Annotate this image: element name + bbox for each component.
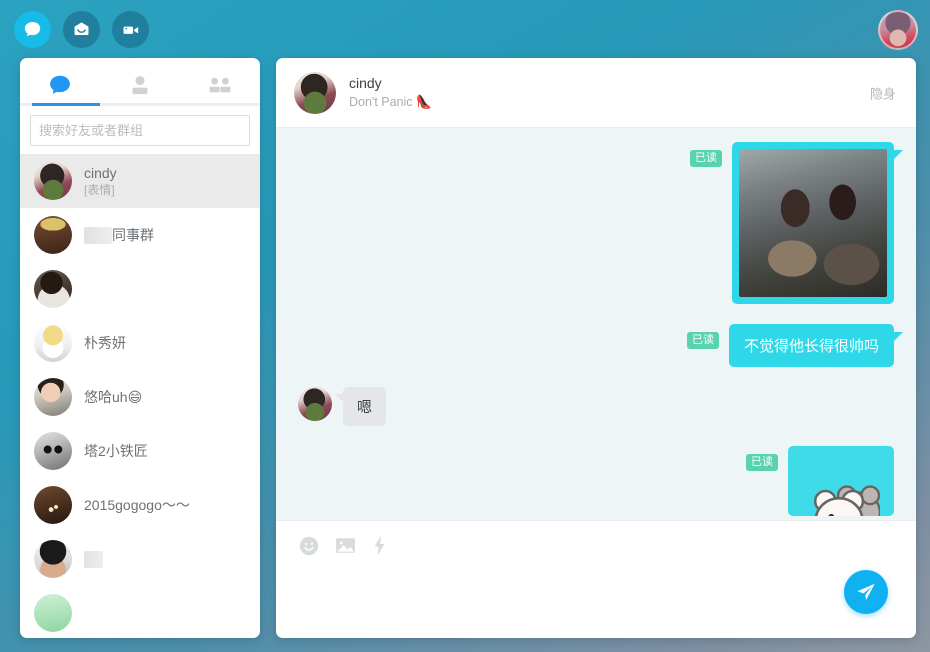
message-bubble[interactable]: 嗯: [334, 387, 387, 426]
message-out-text: 已读 不觉得他长得很帅吗: [298, 324, 904, 367]
high-heel-icon: 👠: [415, 94, 432, 109]
chat-panel: cindy Don't Panic 👠 隐身 已读 已读 不觉得他长得很帅吗 嗯: [276, 58, 916, 638]
search-container: [20, 106, 260, 154]
avatar: [34, 162, 72, 200]
status-action-invisible[interactable]: 隐身: [870, 83, 896, 102]
image-icon[interactable]: [334, 534, 357, 562]
list-item-text: 塔2小铁匠: [84, 443, 148, 460]
video-icon[interactable]: [112, 11, 149, 48]
chat-bubble-icon: [50, 75, 70, 94]
message-list[interactable]: 已读 已读 不觉得他长得很帅吗 嗯 已读: [276, 128, 916, 520]
search-input[interactable]: [30, 115, 250, 146]
chat-peer-signature-row: Don't Panic 👠: [349, 93, 432, 111]
person-icon: [132, 76, 148, 95]
list-item-8[interactable]: XX: [20, 532, 260, 586]
list-item-piaoxiuyan[interactable]: 朴秀妍: [20, 316, 260, 370]
status-badge: 已读: [686, 332, 719, 349]
chat-peer-meta: cindy Don't Panic 👠: [349, 74, 432, 111]
avatar: [34, 216, 72, 254]
list-item-name: 2015gogogo〜〜: [84, 496, 190, 513]
avatar: [34, 594, 72, 632]
message-photo[interactable]: [739, 149, 887, 297]
message-bubble[interactable]: 不觉得他长得很帅吗: [728, 324, 904, 367]
avatar: [34, 324, 72, 362]
tab-chats[interactable]: [20, 66, 100, 106]
bear-sticker-icon: [813, 485, 880, 516]
list-item-text: XXX同事群: [84, 226, 155, 244]
profile-avatar[interactable]: [878, 10, 918, 50]
list-item-text: 悠哈uh😄: [84, 389, 142, 406]
list-item-name: XXX同事群: [84, 226, 155, 244]
list-item-9[interactable]: [20, 586, 260, 638]
image-bubble[interactable]: [732, 142, 903, 304]
chat-peer-avatar[interactable]: [294, 71, 336, 114]
list-item-text: 2015gogogo〜〜: [84, 497, 190, 514]
list-item-preview: [表情]: [84, 182, 115, 197]
sticker-bubble[interactable]: [788, 446, 894, 516]
message-input[interactable]: [276, 567, 836, 638]
chat-header: cindy Don't Panic 👠 隐身: [276, 58, 916, 128]
avatar[interactable]: [298, 387, 332, 421]
list-item-text: 朴秀妍: [84, 335, 126, 352]
list-item-3[interactable]: [20, 262, 260, 316]
list-item-name: 塔2小铁匠: [84, 442, 148, 459]
message-out-image: 已读: [298, 142, 903, 304]
sidebar-tabs: [20, 58, 260, 106]
avatar: [34, 432, 72, 470]
emoji-glyph: [299, 536, 319, 555]
composer-toolbar: [276, 521, 916, 562]
list-item-2015gogogo[interactable]: 2015gogogo〜〜: [20, 478, 260, 532]
redacted-text: XXX: [84, 226, 113, 244]
list-item-cindy[interactable]: cindy [表情]: [20, 154, 260, 208]
chat-peer-signature: Don't Panic: [349, 95, 413, 109]
envelope-glyph: [74, 22, 89, 36]
message-in-text: 嗯: [298, 387, 894, 426]
mail-icon[interactable]: [63, 11, 100, 48]
avatar: [34, 378, 72, 416]
avatar: [34, 270, 72, 308]
topbar: [0, 0, 930, 60]
redacted-text: XX: [84, 550, 103, 568]
list-item-name: 悠哈uh😄: [84, 388, 143, 405]
composer: [276, 520, 916, 638]
chat-icon[interactable]: [14, 11, 51, 48]
lightning-icon[interactable]: [371, 534, 388, 562]
tab-groups[interactable]: [180, 66, 260, 106]
list-item-name-visible: 同事群: [112, 226, 155, 243]
topbar-icon-group: [14, 11, 149, 48]
list-item-ta2xiaotiejiang[interactable]: 塔2小铁匠: [20, 424, 260, 478]
sidebar: cindy [表情] XXX同事群 朴秀妍 悠哈uh😄: [20, 58, 260, 638]
list-item-name: XX: [84, 550, 103, 568]
send-button[interactable]: [844, 570, 888, 614]
chat-bubble-glyph: [24, 22, 41, 37]
emoji-icon[interactable]: [298, 535, 320, 562]
chat-peer-name: cindy: [349, 75, 382, 91]
message-out-sticker: 已读: [298, 446, 894, 516]
status-badge: 已读: [746, 454, 778, 471]
image-glyph: [336, 538, 355, 553]
send-paper-plane-icon: [857, 583, 875, 601]
list-item-name: cindy: [84, 164, 117, 181]
list-item-text: XX: [84, 550, 103, 568]
list-item-text: cindy [表情]: [84, 165, 117, 198]
video-camera-glyph: [123, 26, 138, 34]
active-tab-indicator: [32, 103, 100, 106]
contact-list[interactable]: cindy [表情] XXX同事群 朴秀妍 悠哈uh😄: [20, 154, 260, 638]
list-item-coworker-group[interactable]: XXX同事群: [20, 208, 260, 262]
tabs-underline: [20, 103, 260, 106]
people-icon: [209, 77, 231, 93]
status-badge: 已读: [690, 150, 722, 167]
list-item-name: 朴秀妍: [84, 334, 126, 351]
avatar: [34, 486, 72, 524]
list-item-youhauh[interactable]: 悠哈uh😄: [20, 370, 260, 424]
avatar: [34, 540, 72, 578]
tab-contacts[interactable]: [100, 66, 180, 106]
lightning-glyph: [374, 535, 385, 556]
